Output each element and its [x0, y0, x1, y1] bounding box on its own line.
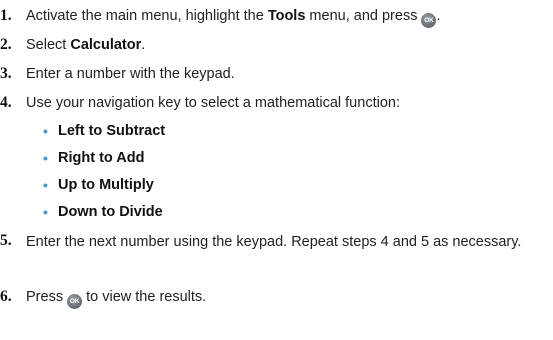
step-text-part: Activate the main menu, highlight the: [26, 8, 268, 24]
step-number: 4.: [0, 94, 12, 111]
instructions-page: 1. Activate the main menu, highlight the…: [0, 0, 553, 340]
step-number: 6.: [0, 288, 12, 305]
step-number: 1.: [0, 7, 12, 24]
bullet-icon: •: [43, 177, 48, 193]
step-text: Activate the main menu, highlight the To…: [26, 6, 441, 28]
step-text: Enter the next number using the keypad. …: [26, 234, 522, 250]
bullet-icon: •: [43, 204, 48, 220]
menu-item-calculator: Calculator: [70, 37, 142, 53]
bullet-text: Down to Divide: [58, 204, 163, 220]
step-number: 2.: [0, 36, 12, 53]
bullet-icon: •: [43, 123, 48, 139]
bullet-text: Up to Multiply: [58, 177, 154, 193]
step-text-part: Select: [26, 37, 71, 53]
step-number: 3.: [0, 65, 12, 82]
ok-key-icon: OK: [67, 294, 83, 309]
bullet-icon: •: [43, 150, 48, 166]
step-text-part: Press: [26, 289, 68, 305]
menu-name-tools: Tools: [267, 8, 306, 24]
step-number: 5.: [0, 232, 12, 249]
step-text-part: .: [141, 37, 146, 53]
step-text-part: to view the results.: [82, 289, 207, 305]
step-text-part: .: [436, 8, 441, 24]
step-text: Select Calculator.: [26, 35, 145, 55]
bullet-text: Right to Add: [58, 150, 145, 166]
bullet-text: Left to Subtract: [58, 123, 166, 139]
ok-key-icon: OK: [421, 13, 437, 28]
step-text: Press OK to view the results.: [26, 287, 206, 309]
step-text: Use your navigation key to select a math…: [26, 95, 400, 111]
step-text-part: menu, and press: [305, 8, 422, 24]
step-text: Enter a number with the keypad.: [26, 66, 235, 82]
